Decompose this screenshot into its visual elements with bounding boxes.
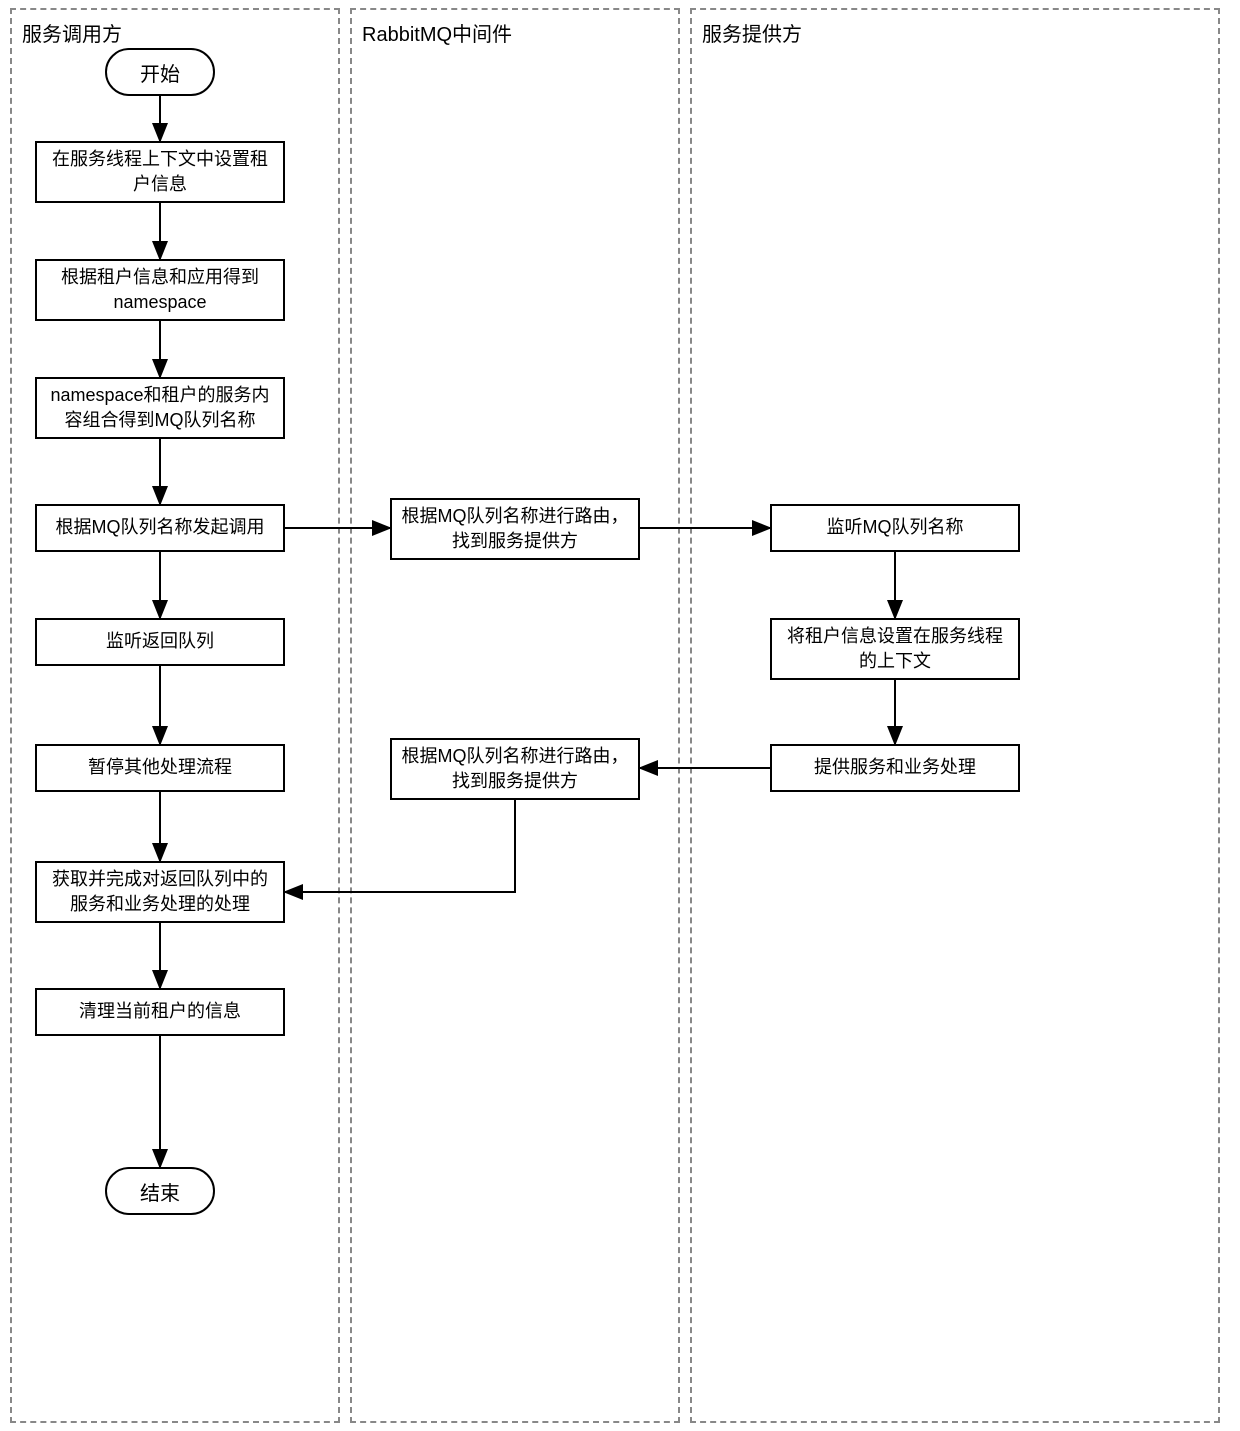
caller-step1: 在服务线程上下文中设置租户信息 <box>35 141 285 203</box>
end-label: 结束 <box>140 1177 180 1206</box>
caller-step2-text: 根据租户信息和应用得到namespace <box>45 265 275 315</box>
provider-setctx: 将租户信息设置在服务线程的上下文 <box>770 618 1020 680</box>
start-label: 开始 <box>140 58 180 87</box>
provider-process: 提供服务和业务处理 <box>770 744 1020 792</box>
caller-step8-text: 清理当前租户的信息 <box>79 999 241 1024</box>
caller-step2: 根据租户信息和应用得到namespace <box>35 259 285 321</box>
lane-title-caller: 服务调用方 <box>22 18 122 47</box>
caller-step1-text: 在服务线程上下文中设置租户信息 <box>45 147 275 197</box>
lane-middleware: RabbitMQ中间件 <box>350 8 680 1423</box>
caller-step4: 根据MQ队列名称发起调用 <box>35 504 285 552</box>
swimlane-diagram: 服务调用方 RabbitMQ中间件 服务提供方 开始 结束 在服务线程上下文中设… <box>0 0 1240 1431</box>
caller-step4-text: 根据MQ队列名称发起调用 <box>56 515 265 540</box>
caller-step3-text: namespace和租户的服务内容组合得到MQ队列名称 <box>45 383 275 433</box>
caller-step6: 暂停其他处理流程 <box>35 744 285 792</box>
lane-title-middleware: RabbitMQ中间件 <box>362 18 512 47</box>
lane-provider: 服务提供方 <box>690 8 1220 1423</box>
caller-step5-text: 监听返回队列 <box>106 629 214 654</box>
caller-step7-text: 获取并完成对返回队列中的服务和业务处理的处理 <box>45 867 275 917</box>
middleware-route1: 根据MQ队列名称进行路由，找到服务提供方 <box>390 498 640 560</box>
caller-step3: namespace和租户的服务内容组合得到MQ队列名称 <box>35 377 285 439</box>
caller-step6-text: 暂停其他处理流程 <box>88 755 232 780</box>
middleware-route1-text: 根据MQ队列名称进行路由，找到服务提供方 <box>400 504 630 554</box>
provider-process-text: 提供服务和业务处理 <box>814 755 976 780</box>
lane-title-provider: 服务提供方 <box>702 18 802 47</box>
provider-setctx-text: 将租户信息设置在服务线程的上下文 <box>780 624 1010 674</box>
provider-listen: 监听MQ队列名称 <box>770 504 1020 552</box>
provider-listen-text: 监听MQ队列名称 <box>827 515 964 540</box>
caller-step8: 清理当前租户的信息 <box>35 988 285 1036</box>
middleware-route2: 根据MQ队列名称进行路由，找到服务提供方 <box>390 738 640 800</box>
start-terminator: 开始 <box>105 48 215 96</box>
caller-step5: 监听返回队列 <box>35 618 285 666</box>
end-terminator: 结束 <box>105 1167 215 1215</box>
caller-step7: 获取并完成对返回队列中的服务和业务处理的处理 <box>35 861 285 923</box>
middleware-route2-text: 根据MQ队列名称进行路由，找到服务提供方 <box>400 744 630 794</box>
